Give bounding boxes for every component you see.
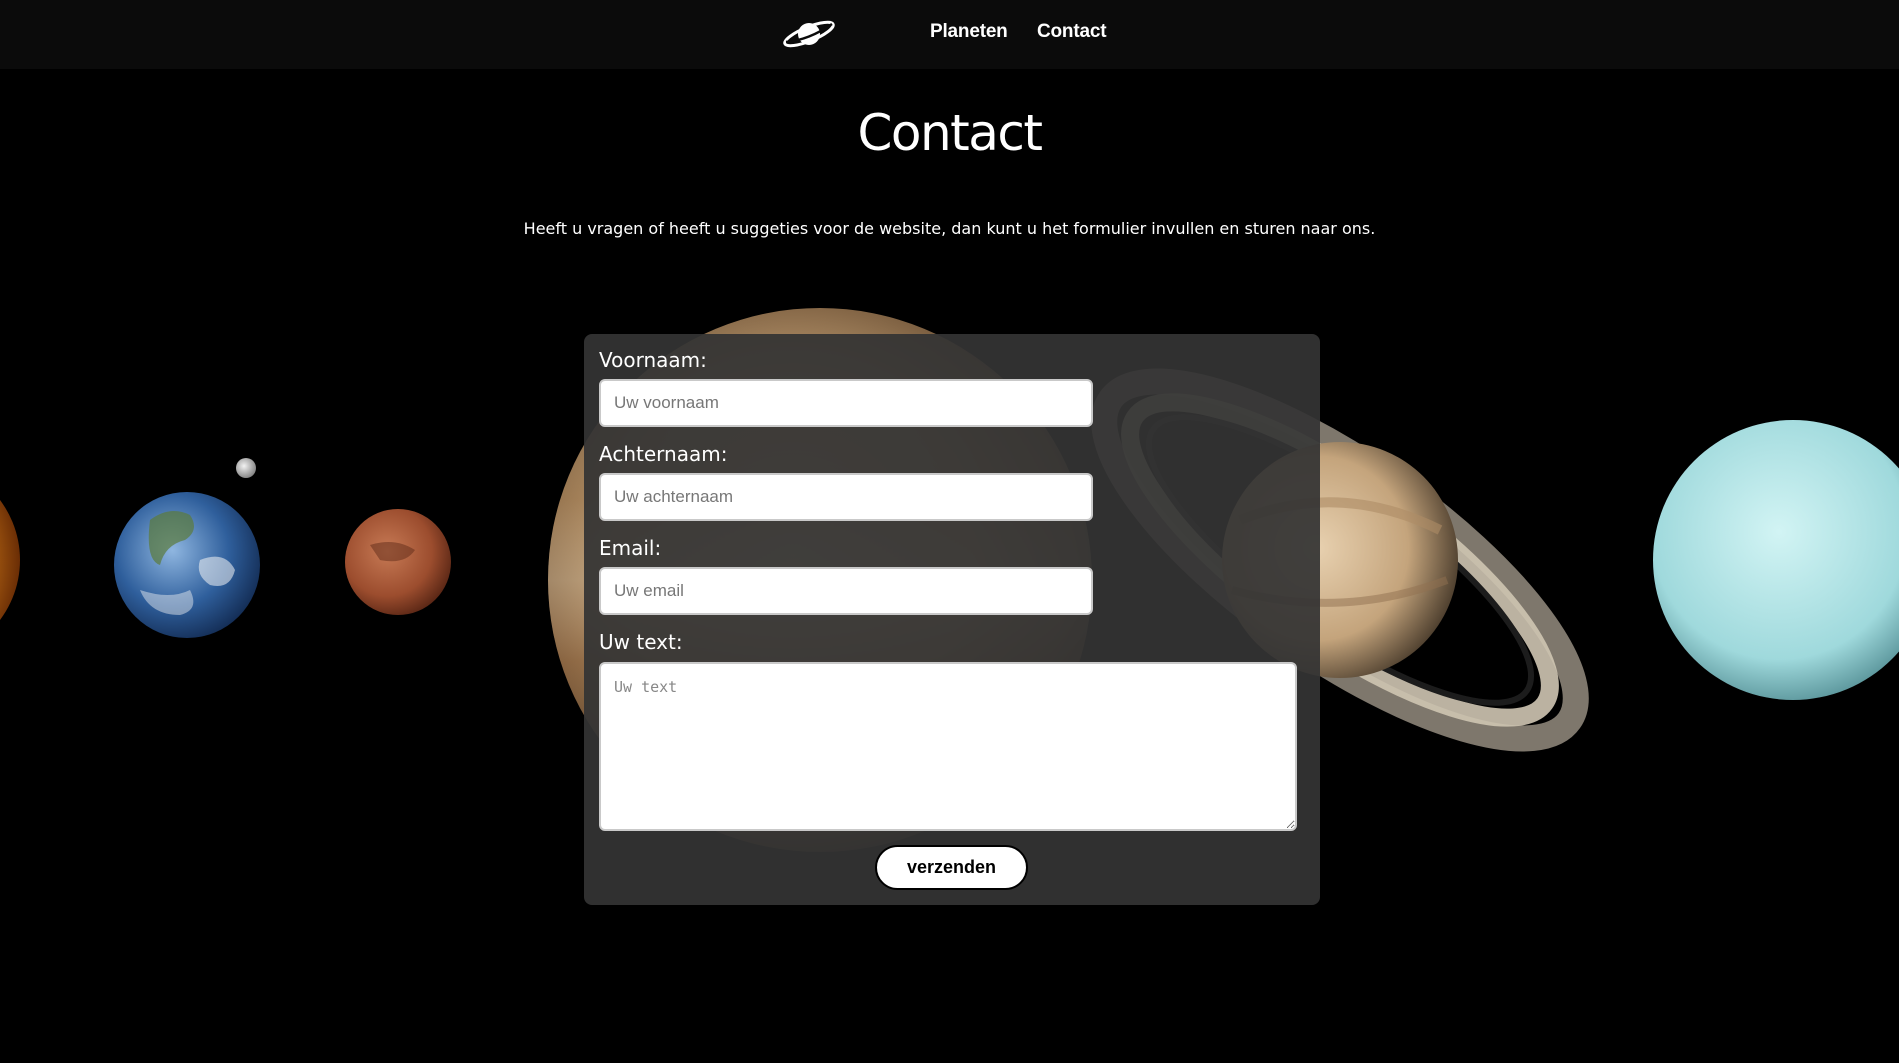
moon-image: [236, 458, 256, 478]
uranus-image: [1653, 420, 1899, 700]
navbar: Planeten Contact: [0, 0, 1899, 69]
page-title: Contact: [857, 104, 1043, 162]
last-name-input[interactable]: [599, 473, 1093, 521]
first-name-label: Voornaam:: [599, 348, 707, 372]
message-label: Uw text:: [599, 630, 683, 654]
contact-page: Planeten Contact Contact Heeft u vragen …: [0, 0, 1899, 1063]
nav-link-contact[interactable]: Contact: [1037, 21, 1107, 43]
nav-link-planeten[interactable]: Planeten: [930, 21, 1008, 43]
email-input[interactable]: [599, 567, 1093, 615]
message-textarea[interactable]: [599, 662, 1297, 831]
contact-form: Voornaam: Achternaam: Email: Uw text: ve…: [584, 334, 1320, 905]
submit-button[interactable]: verzenden: [875, 845, 1028, 890]
sun-image: [0, 500, 20, 620]
earth-image: [114, 492, 260, 638]
mars-image: [345, 509, 451, 615]
last-name-label: Achternaam:: [599, 442, 728, 466]
saturn-logo-icon[interactable]: [781, 17, 837, 51]
first-name-input[interactable]: [599, 379, 1093, 427]
email-label: Email:: [599, 536, 662, 560]
intro-text: Heeft u vragen of heeft u suggeties voor…: [523, 219, 1376, 238]
